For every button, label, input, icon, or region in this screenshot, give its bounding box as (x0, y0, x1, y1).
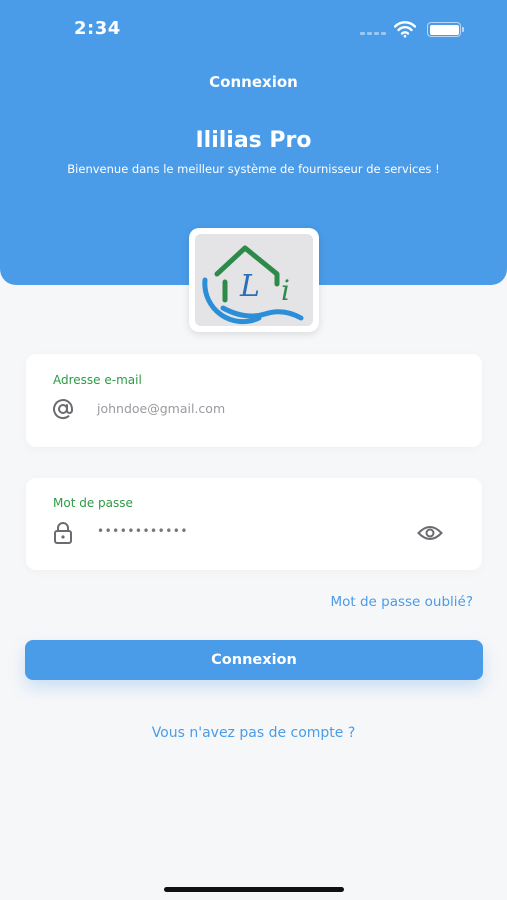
email-input[interactable]: johndoe@gmail.com (97, 401, 225, 416)
lock-icon (50, 520, 76, 546)
battery-icon (427, 22, 464, 37)
forgot-password-link[interactable]: Mot de passe oublié? (330, 594, 473, 610)
status-time: 2:34 (74, 18, 121, 39)
password-label: Mot de passe (53, 496, 133, 510)
at-icon (50, 396, 76, 422)
nav-title: Connexion (209, 73, 298, 91)
cellular-signal-icon (360, 32, 386, 35)
signup-link[interactable]: Vous n'avez pas de compte ? (0, 725, 507, 741)
password-input[interactable]: •••••••••••• (97, 524, 188, 538)
app-name: Ililias Pro (195, 128, 312, 153)
svg-text:i: i (281, 274, 290, 307)
home-indicator[interactable] (164, 887, 344, 892)
house-hand-logo-icon: L i (202, 245, 304, 325)
welcome-text: Bienvenue dans le meilleur système de fo… (67, 162, 440, 176)
status-bar: 2:34 (0, 0, 507, 58)
app-logo: L i (189, 228, 319, 332)
eye-icon[interactable] (416, 522, 444, 544)
svg-text:L: L (239, 269, 260, 304)
wifi-icon (394, 21, 416, 38)
email-label: Adresse e-mail (53, 373, 142, 387)
password-card[interactable]: Mot de passe •••••••••••• (26, 478, 482, 570)
login-button[interactable]: Connexion (25, 640, 483, 680)
email-card[interactable]: Adresse e-mail johndoe@gmail.com (26, 354, 482, 447)
